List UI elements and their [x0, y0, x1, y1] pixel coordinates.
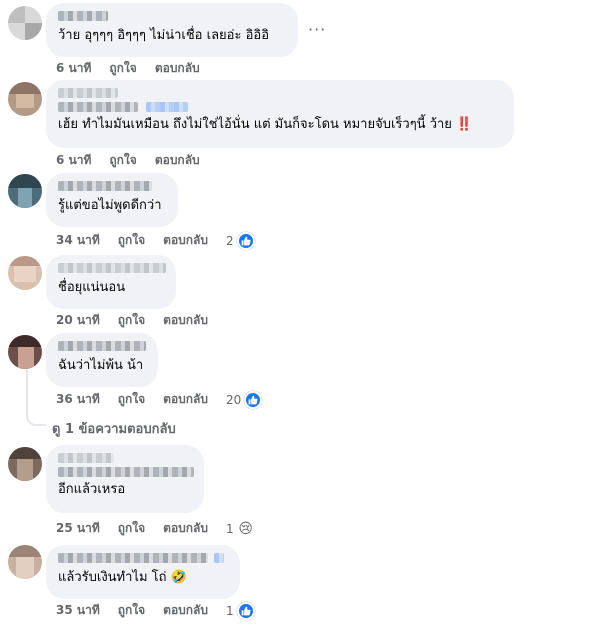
comment-bubble: แล้วรับเงินทำไม โถ่ 🤣 — [46, 545, 240, 599]
avatar[interactable] — [8, 335, 42, 369]
reply-thread-line — [26, 370, 46, 426]
reaction-summary[interactable]: 20 — [226, 390, 263, 409]
comment-bubble: ชื่อยุแน่นอน — [46, 255, 176, 309]
author-subtitle-blurred — [58, 102, 138, 112]
like-button[interactable]: ถูกใจ — [109, 59, 136, 78]
timestamp[interactable]: 6 นาที — [56, 59, 91, 78]
comment-actions: 6 นาที ถูกใจ ตอบกลับ — [56, 151, 200, 170]
avatar[interactable] — [8, 6, 42, 40]
comment-text: รู้แต่ขอไม่พูดดีกว่า — [58, 198, 162, 213]
like-icon — [244, 390, 263, 409]
comment-text: เฮ้ย ทำไมมันเหมือน ถึงไม่ใช่ไอ้นั่น แต่ … — [58, 116, 502, 134]
like-button[interactable]: ถูกใจ — [109, 151, 136, 170]
timestamp[interactable]: 35 นาที — [56, 601, 100, 620]
like-button[interactable]: ถูกใจ — [118, 390, 145, 409]
comment-text-body: เฮ้ย ทำไมมันเหมือน ถึงไม่ใช่ไอ้นั่น แต่ … — [58, 117, 452, 132]
comment-text: ว้าย อุๆๆๆ อิๆๆๆ ไม่น่าเชื่อ เลยอ่ะ อิอิ… — [58, 28, 269, 43]
comment-text: แล้วรับเงินทำไม โถ่ 🤣 — [58, 569, 228, 587]
sad-icon: 😢 — [238, 520, 253, 537]
reaction-count: 2 — [226, 233, 234, 248]
double-exclamation-icon: ‼️ — [456, 117, 473, 132]
comment-actions: 20 นาที ถูกใจ ตอบกลับ — [56, 311, 208, 330]
reaction-summary[interactable]: 1 — [226, 601, 255, 620]
like-button[interactable]: ถูกใจ — [118, 231, 145, 250]
like-button[interactable]: ถูกใจ — [118, 601, 145, 620]
avatar[interactable] — [8, 447, 42, 481]
author-name-blurred[interactable] — [58, 553, 208, 563]
avatar[interactable] — [8, 174, 42, 208]
author-name-blurred[interactable] — [58, 88, 118, 98]
reply-button[interactable]: ตอบกลับ — [163, 390, 208, 409]
author-name-blurred[interactable] — [58, 181, 152, 191]
timestamp[interactable]: 34 นาที — [56, 231, 100, 250]
reply-button[interactable]: ตอบกลับ — [163, 519, 208, 538]
timestamp[interactable]: 36 นาที — [56, 390, 100, 409]
reply-button[interactable]: ตอบกลับ — [155, 59, 200, 78]
comment-actions: 36 นาที ถูกใจ ตอบกลับ 20 — [56, 390, 263, 409]
reply-button[interactable]: ตอบกลับ — [163, 311, 208, 330]
reaction-summary[interactable]: 1 😢 — [226, 520, 255, 538]
like-icon — [236, 601, 255, 620]
view-replies-link[interactable]: ดู 1 ข้อความตอบกลับ — [52, 418, 176, 439]
author-name-blurred[interactable] — [58, 11, 108, 21]
comment-bubble: อีกแล้วเหรอ — [46, 445, 204, 513]
avatar[interactable] — [8, 82, 42, 116]
reaction-count: 1 — [226, 521, 234, 536]
reaction-count: 1 — [226, 603, 234, 618]
comment-bubble: รู้แต่ขอไม่พูดดีกว่า — [46, 173, 178, 227]
comment-bubble: ว้าย อุๆๆๆ อิๆๆๆ ไม่น่าเชื่อ เลยอ่ะ อิอิ… — [46, 3, 298, 57]
author-name-blurred[interactable] — [58, 453, 114, 463]
like-button[interactable]: ถูกใจ — [118, 519, 145, 538]
timestamp[interactable]: 20 นาที — [56, 311, 100, 330]
like-button[interactable]: ถูกใจ — [118, 311, 145, 330]
author-name-blurred[interactable] — [58, 341, 146, 351]
comment-text-body: แล้วรับเงินทำไม โถ่ — [58, 570, 167, 585]
timestamp[interactable]: 6 นาที — [56, 151, 91, 170]
avatar[interactable] — [8, 545, 42, 579]
laughing-emoji-icon: 🤣 — [170, 570, 187, 585]
reply-button[interactable]: ตอบกลับ — [163, 231, 208, 250]
author-name-blurred[interactable] — [58, 263, 166, 273]
comment-actions: 34 นาที ถูกใจ ตอบกลับ 2 — [56, 231, 255, 250]
reply-button[interactable]: ตอบกลับ — [163, 601, 208, 620]
author-subtitle-blurred — [58, 467, 194, 477]
author-badge-blurred — [146, 102, 188, 112]
comment-text: ชื่อยุแน่นอน — [58, 280, 126, 295]
comment-bubble: เฮ้ย ทำไมมันเหมือน ถึงไม่ใช่ไอ้นั่น แต่ … — [46, 80, 514, 148]
more-options-icon[interactable]: ··· — [308, 20, 326, 39]
comment-text: อีกแล้วเหรอ — [58, 482, 126, 497]
comment-actions: 35 นาที ถูกใจ ตอบกลับ 1 — [56, 601, 255, 620]
comment-actions: 25 นาที ถูกใจ ตอบกลับ 1 😢 — [56, 519, 255, 538]
comment-text: ฉันว่าไม่พ้น น้า — [58, 358, 144, 373]
comment-bubble: ฉันว่าไม่พ้น น้า — [46, 333, 158, 387]
timestamp[interactable]: 25 นาที — [56, 519, 100, 538]
like-icon — [236, 231, 255, 250]
reaction-summary[interactable]: 2 — [226, 231, 255, 250]
reply-button[interactable]: ตอบกลับ — [155, 151, 200, 170]
reaction-count: 20 — [226, 392, 242, 407]
comment-actions: 6 นาที ถูกใจ ตอบกลับ — [56, 59, 200, 78]
avatar[interactable] — [8, 256, 42, 290]
author-badge-blurred — [214, 553, 224, 563]
